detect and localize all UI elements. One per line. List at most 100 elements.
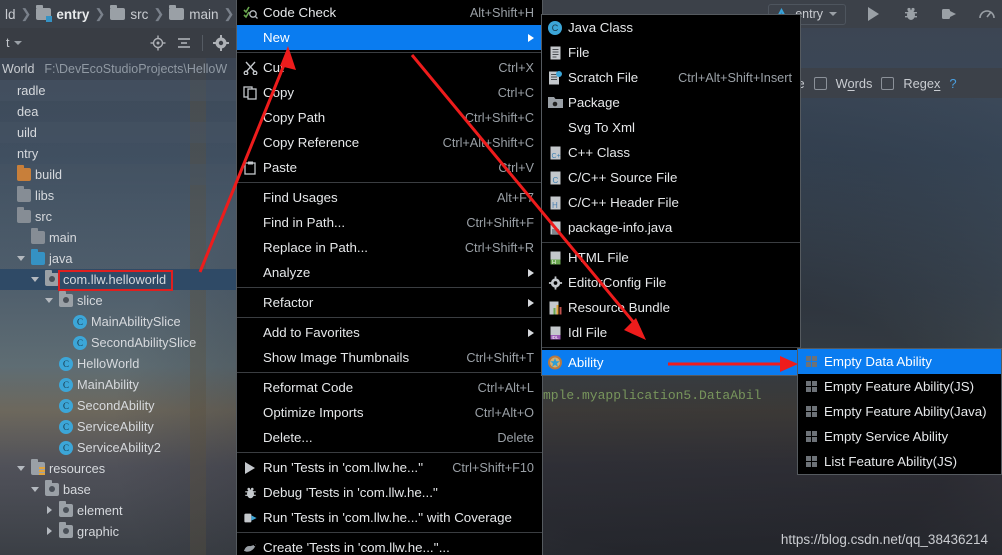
chevron-down-icon[interactable] bbox=[829, 12, 837, 16]
tree-item[interactable]: C MainAbilitySlice bbox=[0, 311, 236, 332]
tree-item[interactable]: element bbox=[0, 500, 236, 521]
menu-item[interactable]: Empty Data Ability bbox=[798, 349, 1001, 374]
menu-item[interactable]: H C/C++ Header File bbox=[542, 190, 800, 215]
menu-item[interactable]: Paste Ctrl+V bbox=[237, 155, 542, 180]
tree-item[interactable]: base bbox=[0, 479, 236, 500]
menu-item[interactable]: Create 'Tests in 'com.llw.he...''... bbox=[237, 535, 542, 555]
tree-expand-arrow-icon[interactable] bbox=[30, 274, 41, 285]
menu-item[interactable]: C C/C++ Source File bbox=[542, 165, 800, 190]
menu-item[interactable]: Refactor bbox=[237, 290, 542, 315]
menu-item[interactable]: Find in Path... Ctrl+Shift+F bbox=[237, 210, 542, 235]
breadcrumb-item-entry[interactable]: entry bbox=[33, 5, 92, 22]
menu-item[interactable]: New bbox=[237, 25, 542, 50]
tree-item[interactable]: C ServiceAbility2 bbox=[0, 437, 236, 458]
tree-item[interactable]: java bbox=[0, 248, 236, 269]
menu-item[interactable]: Add to Favorites bbox=[237, 320, 542, 345]
menu-item[interactable]: Resource Bundle bbox=[542, 295, 800, 320]
regex-checkbox[interactable] bbox=[881, 76, 895, 90]
menu-item[interactable]: EditorConfig File bbox=[542, 270, 800, 295]
menu-item[interactable]: Svg To Xml bbox=[542, 115, 800, 140]
menu-item-shortcut: Ctrl+Shift+R bbox=[464, 240, 534, 255]
gear-icon[interactable] bbox=[213, 35, 229, 51]
menu-item[interactable]: Optimize Imports Ctrl+Alt+O bbox=[237, 400, 542, 425]
menu-item[interactable]: Package bbox=[542, 90, 800, 115]
ability-submenu[interactable]: Empty Data Ability Empty Feature Ability(… bbox=[797, 348, 1002, 475]
help-icon[interactable]: ? bbox=[949, 76, 956, 91]
menu-item[interactable]: Delete... Delete bbox=[237, 425, 542, 450]
menu-item[interactable]: package-info.java bbox=[542, 215, 800, 240]
menu-item[interactable]: Debug 'Tests in 'com.llw.he...'' bbox=[237, 480, 542, 505]
menu-item[interactable]: Replace in Path... Ctrl+Shift+R bbox=[237, 235, 542, 260]
menu-item[interactable]: Show Image Thumbnails Ctrl+Shift+T bbox=[237, 345, 542, 370]
menu-item[interactable]: Run 'Tests in 'com.llw.he...'' Ctrl+Shift… bbox=[237, 455, 542, 480]
breadcrumb-item-src[interactable]: src bbox=[107, 5, 151, 22]
menu-item[interactable]: C Java Class bbox=[542, 15, 800, 40]
tree-item[interactable]: resources bbox=[0, 458, 236, 479]
menu-item[interactable]: Ability bbox=[542, 350, 800, 375]
tree-item[interactable]: graphic bbox=[0, 521, 236, 542]
menu-item[interactable]: C+ C++ Class bbox=[542, 140, 800, 165]
source-folder-icon bbox=[31, 249, 45, 265]
words-checkbox[interactable] bbox=[813, 76, 827, 90]
chevron-down-icon[interactable] bbox=[14, 41, 23, 45]
menu-item-label: Analyze bbox=[263, 265, 311, 280]
tree-item[interactable]: slice bbox=[0, 290, 236, 311]
menu-item-label: Idl File bbox=[568, 325, 608, 340]
collapse-all-icon[interactable] bbox=[176, 35, 192, 51]
tree-expand-arrow-icon[interactable] bbox=[16, 463, 27, 474]
menu-item[interactable]: Reformat Code Ctrl+Alt+L bbox=[237, 375, 542, 400]
tree-item[interactable]: C MainAbility bbox=[0, 374, 236, 395]
menu-separator bbox=[237, 287, 542, 288]
tree-expand-arrow-icon[interactable] bbox=[44, 526, 55, 537]
breadcrumb-item[interactable]: ld bbox=[2, 7, 19, 22]
locate-file-icon[interactable] bbox=[150, 35, 166, 51]
run-with-coverage-button[interactable] bbox=[938, 3, 960, 25]
context-menu[interactable]: Code Check Alt+Shift+H New Cut Ctrl+X Copy Ctr… bbox=[236, 0, 543, 555]
tree-expand-arrow-icon[interactable] bbox=[30, 484, 41, 495]
tree-item[interactable]: libs bbox=[0, 185, 236, 206]
svg-text:IDL: IDL bbox=[551, 334, 559, 339]
project-tree[interactable]: radle dea uild ntry build libs src main java com.… bbox=[0, 80, 236, 542]
menu-item[interactable]: Copy Path Ctrl+Shift+C bbox=[237, 105, 542, 130]
tree-expand-arrow-icon[interactable] bbox=[44, 505, 55, 516]
menu-item[interactable]: Run 'Tests in 'com.llw.he...'' with Cove… bbox=[237, 505, 542, 530]
menu-item[interactable]: File bbox=[542, 40, 800, 65]
menu-item-shortcut: Ctrl+Shift+F10 bbox=[452, 460, 534, 475]
menu-item-label: Debug 'Tests in 'com.llw.he...'' bbox=[263, 485, 438, 500]
tree-item[interactable]: dea bbox=[0, 101, 236, 122]
menu-item[interactable]: Copy Reference Ctrl+Alt+Shift+C bbox=[237, 130, 542, 155]
tree-arrow-placeholder bbox=[2, 190, 13, 201]
tree-item[interactable]: uild bbox=[0, 122, 236, 143]
menu-item[interactable]: Code Check Alt+Shift+H bbox=[237, 0, 542, 25]
menu-item[interactable]: Cut Ctrl+X bbox=[237, 55, 542, 80]
tree-item[interactable]: main bbox=[0, 227, 236, 248]
run-button[interactable] bbox=[862, 3, 884, 25]
tree-item[interactable]: radle bbox=[0, 80, 236, 101]
menu-item[interactable]: Copy Ctrl+C bbox=[237, 80, 542, 105]
menu-item[interactable]: Empty Feature Ability(Java) bbox=[798, 399, 1001, 424]
java-class-icon: C bbox=[542, 20, 568, 35]
tree-item[interactable]: build bbox=[0, 164, 236, 185]
menu-item[interactable]: Empty Service Ability bbox=[798, 424, 1001, 449]
menu-item[interactable]: List Feature Ability(JS) bbox=[798, 449, 1001, 474]
tree-item[interactable]: C SecondAbility bbox=[0, 395, 236, 416]
tree-expand-arrow-icon[interactable] bbox=[44, 295, 55, 306]
menu-item[interactable]: Empty Feature Ability(JS) bbox=[798, 374, 1001, 399]
menu-item[interactable]: IDL Idl File bbox=[542, 320, 800, 345]
tree-item[interactable]: com.llw.helloworld bbox=[0, 269, 236, 290]
tree-item[interactable]: C HelloWorld bbox=[0, 353, 236, 374]
menu-item[interactable]: Analyze bbox=[237, 260, 542, 285]
profiler-button[interactable] bbox=[976, 3, 998, 25]
menu-item[interactable]: Scratch File Ctrl+Alt+Shift+Insert bbox=[542, 65, 800, 90]
tree-item[interactable]: C ServiceAbility bbox=[0, 416, 236, 437]
tree-expand-arrow-icon[interactable] bbox=[16, 253, 27, 264]
project-panel-title[interactable]: t bbox=[0, 36, 23, 50]
new-submenu[interactable]: C Java Class File Scratch File Ctrl+Alt+Shif… bbox=[541, 14, 801, 376]
breadcrumb-item-main[interactable]: main bbox=[166, 5, 221, 22]
tree-item[interactable]: src bbox=[0, 206, 236, 227]
tree-item[interactable]: ntry bbox=[0, 143, 236, 164]
debug-button[interactable] bbox=[900, 3, 922, 25]
tree-item[interactable]: C SecondAbilitySlice bbox=[0, 332, 236, 353]
menu-item[interactable]: Find Usages Alt+F7 bbox=[237, 185, 542, 210]
menu-item[interactable]: H HTML File bbox=[542, 245, 800, 270]
